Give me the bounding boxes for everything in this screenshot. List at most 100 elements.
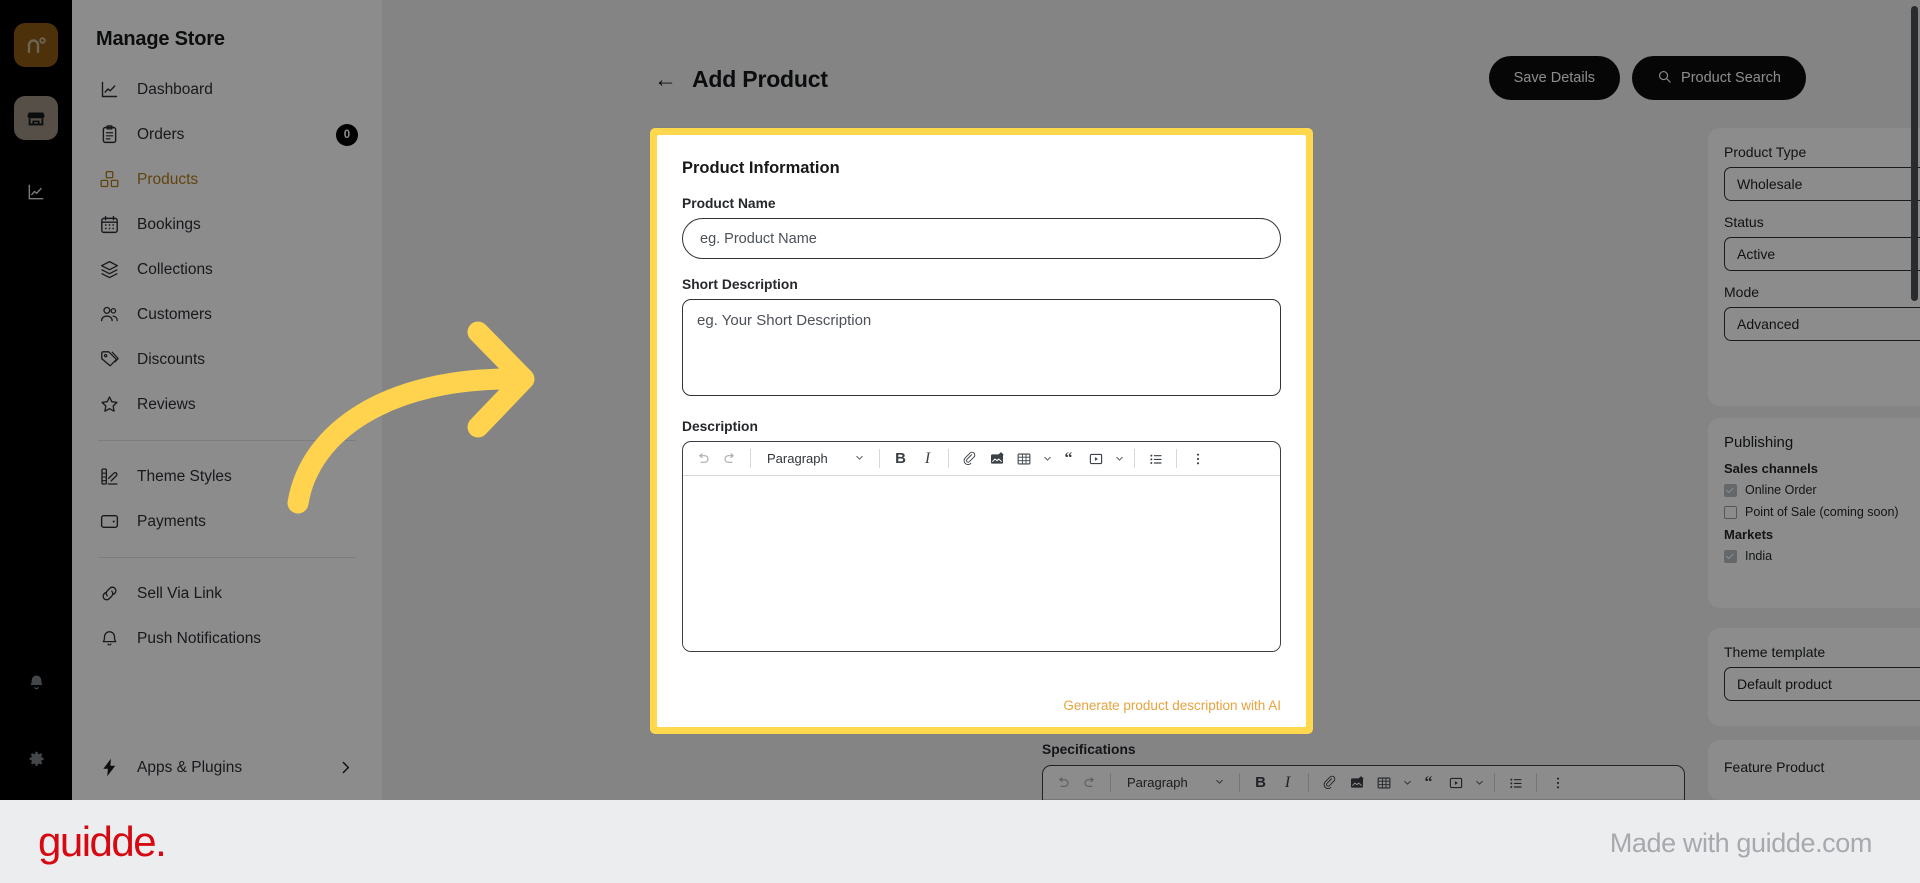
product-type-select[interactable]: Wholesale <box>1724 167 1920 201</box>
sidebar-item-push-notifications[interactable]: Push Notifications <box>86 616 368 661</box>
point-of-sale-checkbox[interactable] <box>1724 505 1737 519</box>
india-checkbox[interactable] <box>1724 549 1737 563</box>
bold-button[interactable]: B <box>1248 770 1273 795</box>
sidebar-item-dashboard[interactable]: Dashboard <box>86 67 368 112</box>
video-icon[interactable] <box>1083 446 1108 471</box>
page-scrollbar[interactable] <box>1909 0 1920 800</box>
more-vertical-icon[interactable] <box>1185 446 1210 471</box>
sidebar-item-reviews[interactable]: Reviews <box>86 382 368 427</box>
gear-icon[interactable] <box>14 738 58 782</box>
bell-icon <box>98 628 120 650</box>
mode-select[interactable]: Advanced <box>1724 307 1920 341</box>
block-format-value: Paragraph <box>767 451 828 466</box>
bell-icon[interactable] <box>14 660 58 704</box>
sidebar-item-customers[interactable]: Customers <box>86 292 368 337</box>
short-description-textarea[interactable] <box>682 299 1281 396</box>
channel-online-order-row[interactable]: Online Order <box>1724 483 1920 497</box>
bold-button[interactable]: B <box>888 446 913 471</box>
italic-button[interactable]: I <box>1275 770 1300 795</box>
publishing-panel: Publishing Sales channels Online Order P… <box>1708 418 1920 608</box>
sidebar-item-collections[interactable]: Collections <box>86 247 368 292</box>
theme-template-label: Theme template <box>1724 644 1826 660</box>
sidebar-divider-2 <box>98 557 356 558</box>
table-icon[interactable] <box>1371 770 1396 795</box>
sidebar: Manage Store Dashboard Orders 0 Products… <box>72 0 382 800</box>
tag-icon <box>98 349 120 371</box>
page-title-group: ← Add Product <box>654 66 828 93</box>
sidebar-item-label: Sell Via Link <box>137 584 223 602</box>
theme-template-value: Default product <box>1737 676 1832 692</box>
quote-icon[interactable]: “ <box>1416 770 1441 795</box>
chevron-down-icon[interactable] <box>1040 446 1054 471</box>
theme-template-panel: Theme template Default product <box>1708 628 1920 726</box>
specifications-editor[interactable]: Paragraph B I “ <box>1042 765 1685 800</box>
bullet-list-icon[interactable] <box>1503 770 1528 795</box>
link-icon[interactable] <box>957 446 982 471</box>
description-block-format-select[interactable]: Paragraph <box>759 446 871 471</box>
storefront-icon[interactable] <box>14 96 58 140</box>
bullet-list-icon[interactable] <box>1143 446 1168 471</box>
sidebar-item-discounts[interactable]: Discounts <box>86 337 368 382</box>
sidebar-item-theme-styles[interactable]: Theme Styles <box>86 454 368 499</box>
specifications-section: Specifications Paragraph B I “ <box>1032 742 1695 800</box>
chevron-down-icon[interactable] <box>1472 770 1486 795</box>
image-upload-icon[interactable] <box>984 446 1009 471</box>
image-upload-icon[interactable] <box>1344 770 1369 795</box>
analytics-chart-icon[interactable] <box>14 170 58 214</box>
mode-label: Mode <box>1724 284 1760 300</box>
product-name-input[interactable] <box>682 218 1281 259</box>
sidebar-item-products[interactable]: Products <box>86 157 368 202</box>
video-icon[interactable] <box>1443 770 1468 795</box>
guidde-footer: guidde. Made with guidde.com <box>0 800 1920 883</box>
header-actions: Save Details Product Search <box>1488 56 1806 100</box>
sidebar-item-orders[interactable]: Orders 0 <box>86 112 368 157</box>
generate-description-ai-link[interactable]: Generate product description with AI <box>1063 698 1281 713</box>
block-format-value: Paragraph <box>1127 775 1188 790</box>
theme-template-select[interactable]: Default product <box>1724 667 1920 701</box>
publishing-title: Publishing <box>1724 434 1794 451</box>
description-toolbar: Paragraph B I “ <box>683 442 1280 476</box>
market-india-row[interactable]: India <box>1724 549 1920 563</box>
product-search-button[interactable]: Product Search <box>1632 56 1806 100</box>
chevron-down-icon[interactable] <box>1400 770 1414 795</box>
sidebar-item-label: Orders <box>137 125 185 143</box>
sidebar-item-label: Theme Styles <box>137 467 232 485</box>
chevron-down-icon[interactable] <box>1112 446 1126 471</box>
specifications-block-format-select[interactable]: Paragraph <box>1119 770 1231 795</box>
analytics-chart-icon <box>98 79 120 101</box>
channel-point-of-sale-row[interactable]: Point of Sale (coming soon) <box>1724 505 1920 519</box>
sidebar-item-apps-plugins[interactable]: Apps & Plugins <box>86 745 368 790</box>
sidebar-item-label: Bookings <box>137 215 201 233</box>
app-viewport: Manage Store Dashboard Orders 0 Products… <box>0 0 1920 800</box>
link-icon[interactable] <box>1317 770 1342 795</box>
chevron-right-icon <box>337 759 354 776</box>
status-label: Status <box>1724 214 1764 230</box>
specifications-toolbar: Paragraph B I “ <box>1043 766 1684 800</box>
sidebar-title: Manage Store <box>96 28 225 50</box>
more-vertical-icon[interactable] <box>1545 770 1570 795</box>
save-details-label: Save Details <box>1513 70 1596 86</box>
undo-icon[interactable] <box>690 446 715 471</box>
table-icon[interactable] <box>1011 446 1036 471</box>
arrow-left-icon[interactable]: ← <box>654 68 677 91</box>
n-degree-logo-icon[interactable] <box>14 23 58 67</box>
description-editor-body[interactable] <box>683 476 1280 651</box>
italic-button[interactable]: I <box>915 446 940 471</box>
status-select[interactable]: Active <box>1724 237 1920 271</box>
sidebar-item-bookings[interactable]: Bookings <box>86 202 368 247</box>
product-information-title: Product Information <box>682 159 840 177</box>
chevron-down-icon <box>1214 776 1225 790</box>
page-scrollbar-thumb[interactable] <box>1911 6 1918 301</box>
description-editor[interactable]: Paragraph B I “ <box>682 441 1281 652</box>
page-title: Add Product <box>692 66 828 92</box>
redo-icon[interactable] <box>717 446 742 471</box>
product-name-label: Product Name <box>682 196 776 211</box>
save-details-button[interactable]: Save Details <box>1488 56 1621 100</box>
online-order-checkbox[interactable] <box>1724 483 1737 497</box>
quote-icon[interactable]: “ <box>1056 446 1081 471</box>
sidebar-item-sell-via-link[interactable]: Sell Via Link <box>86 571 368 616</box>
product-search-label: Product Search <box>1681 70 1781 86</box>
redo-icon[interactable] <box>1077 770 1102 795</box>
undo-icon[interactable] <box>1050 770 1075 795</box>
sidebar-item-payments[interactable]: Payments <box>86 499 368 544</box>
